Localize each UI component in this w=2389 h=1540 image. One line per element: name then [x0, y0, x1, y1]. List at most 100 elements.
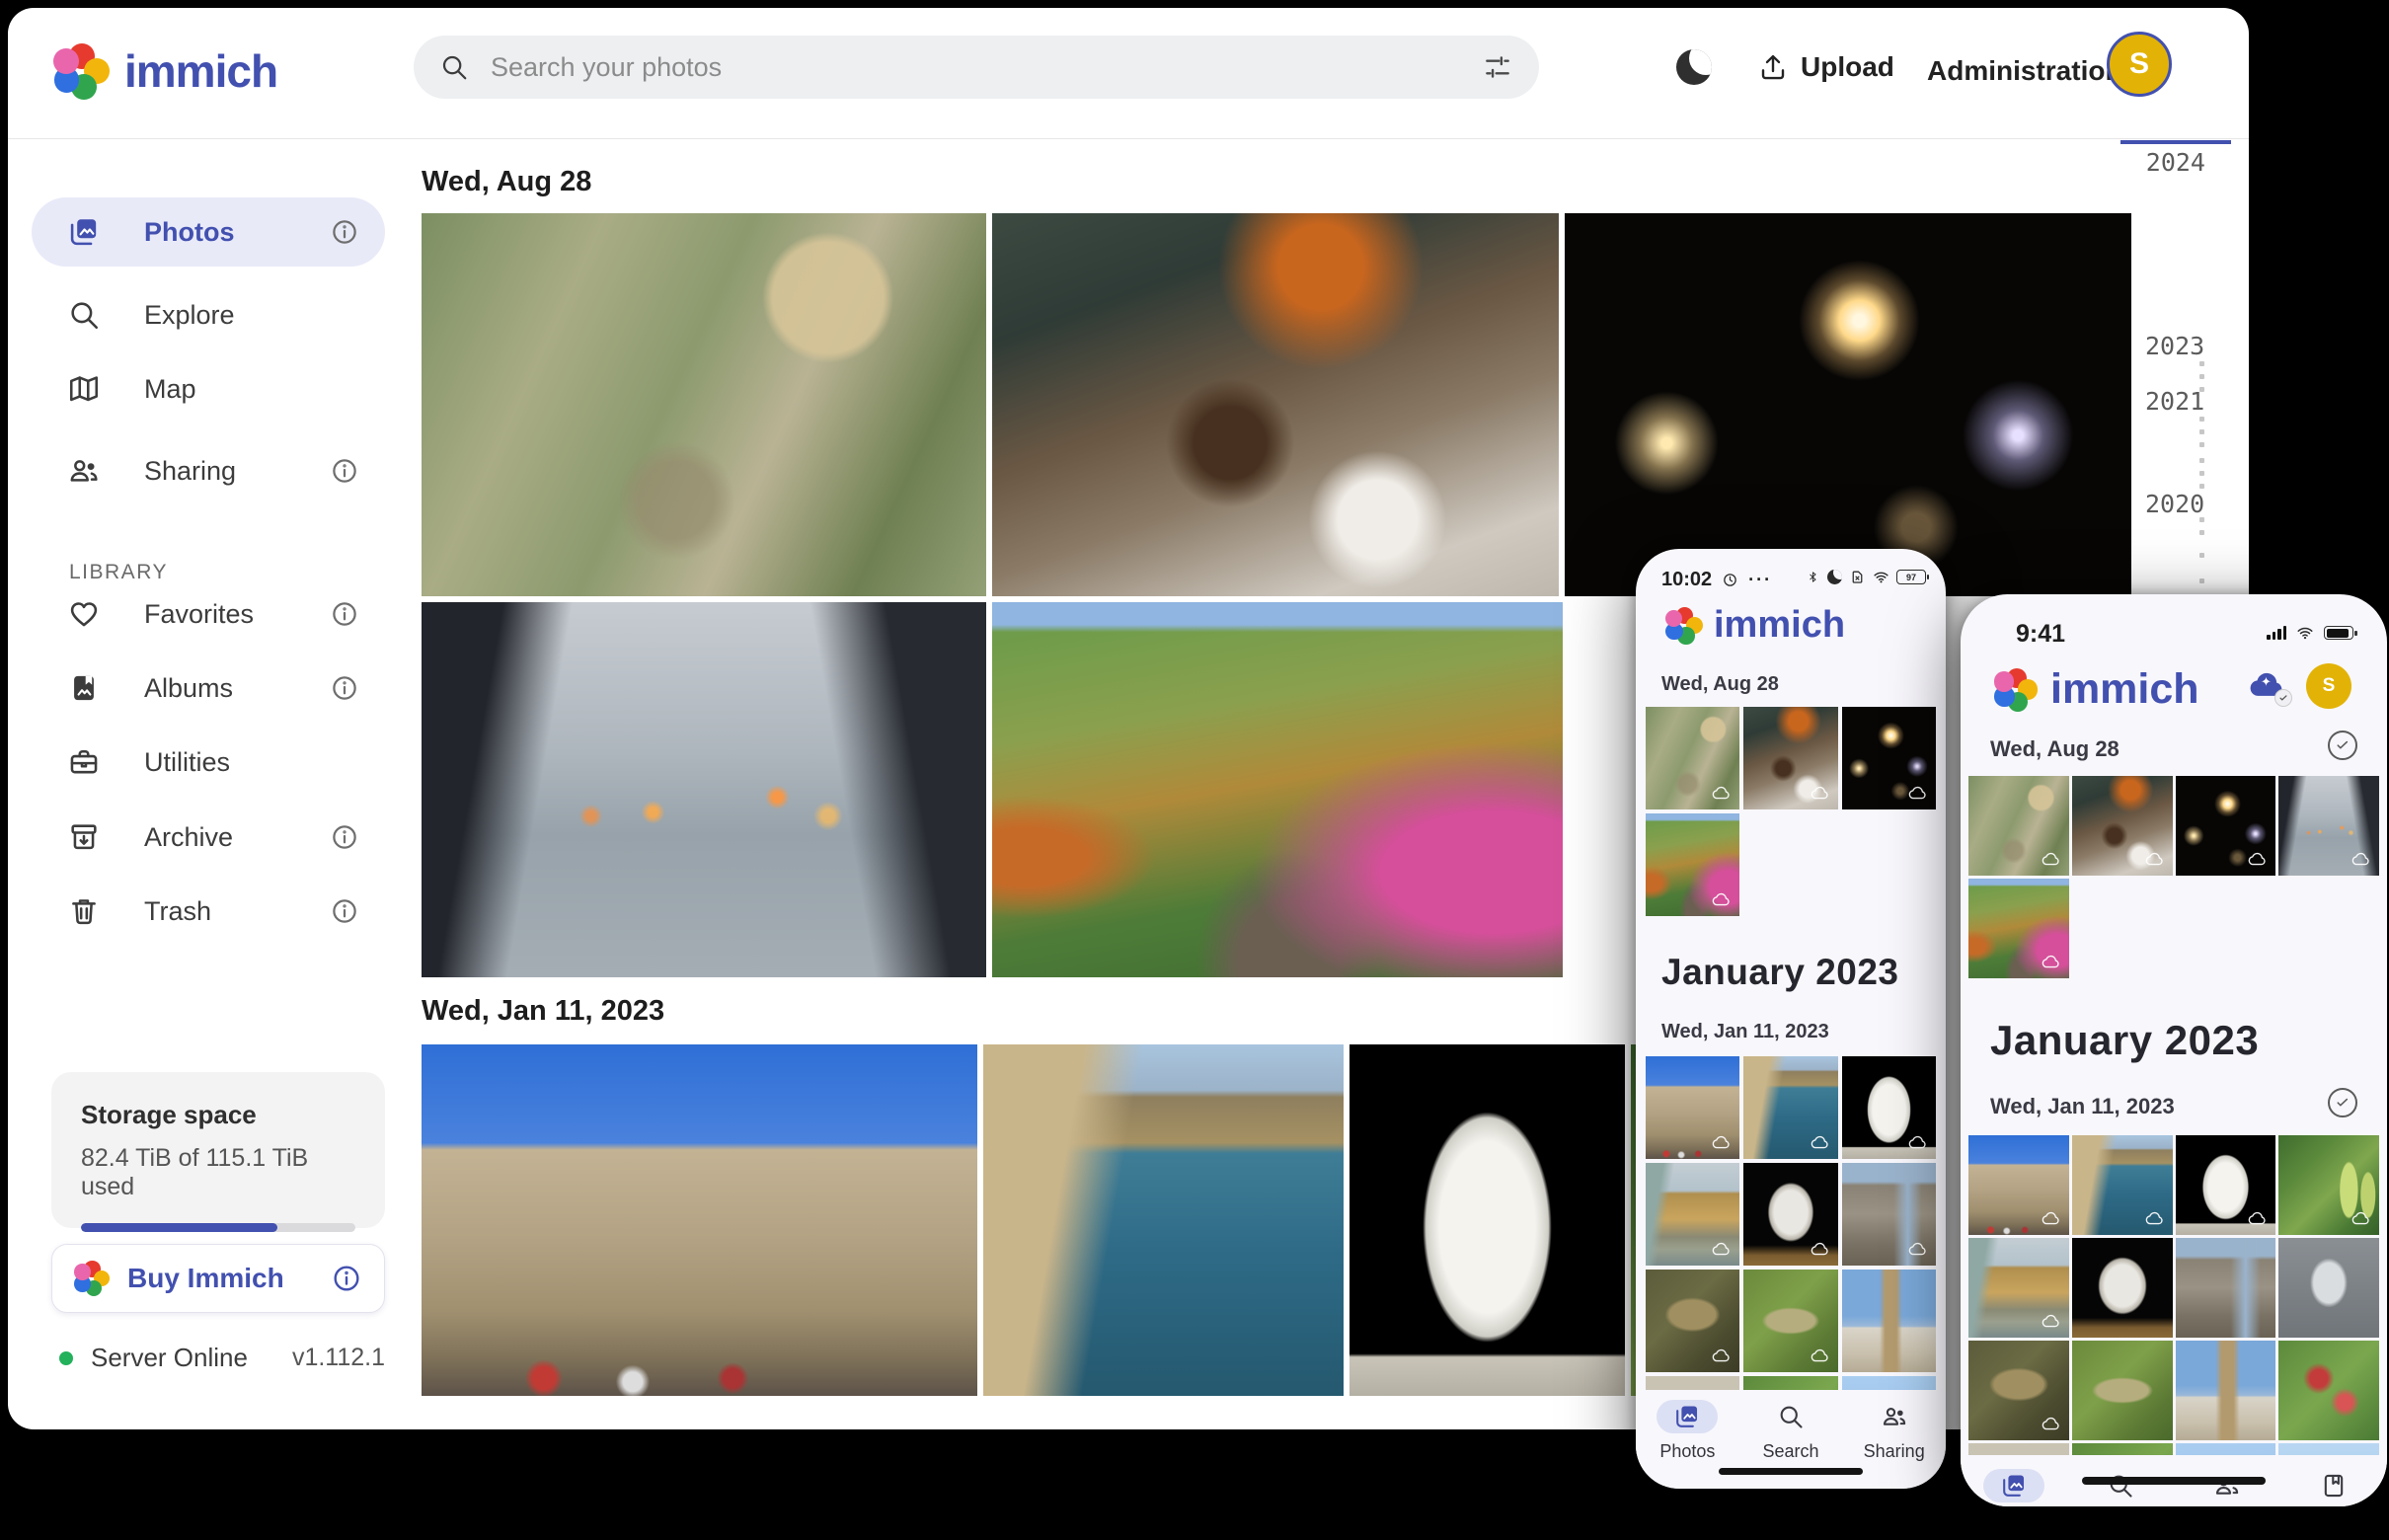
thumb-beach[interactable]: [1968, 1443, 2069, 1455]
thumb-blue-sky[interactable]: [2176, 1443, 2276, 1455]
thumb-red-flowers[interactable]: [1743, 1376, 1837, 1390]
library-icon: [2320, 1472, 2348, 1500]
cloud-backup-icon: [1907, 783, 1929, 805]
photo-fortress-walls[interactable]: [422, 1044, 977, 1396]
search-bar[interactable]: [414, 36, 1539, 99]
info-icon[interactable]: [330, 822, 359, 852]
scrubber-year-2020[interactable]: 2020: [2145, 490, 2204, 518]
mobile-mockup-ios: 9:41 immich ✦ S Wed, Aug 28 January 2023…: [1961, 594, 2387, 1506]
info-icon[interactable]: [330, 896, 359, 926]
server-version: v1.112.1: [292, 1344, 385, 1372]
photo-fireworks[interactable]: [1565, 213, 2131, 596]
photo-holding-hands[interactable]: [422, 602, 986, 977]
photo-autumn-dinner-table[interactable]: [992, 213, 1559, 596]
bluetooth-icon: [1807, 569, 1820, 585]
cloud-backup-icon: [2041, 952, 2062, 973]
thumb-fireworks[interactable]: [1842, 707, 1936, 809]
thumb-marble-bust[interactable]: [2176, 1135, 2276, 1235]
upload-button[interactable]: Upload: [1757, 51, 1894, 83]
sidebar-item-explore[interactable]: Explore: [32, 280, 385, 349]
thumb-coastal-fort[interactable]: [2072, 1135, 2173, 1235]
sidebar-item-utilities[interactable]: Utilities: [32, 728, 385, 797]
search-input[interactable]: [489, 51, 1462, 84]
info-icon[interactable]: [330, 217, 359, 247]
sync-check-badge: [2274, 689, 2292, 707]
administration-link[interactable]: Administration: [1927, 55, 2122, 87]
photo-marble-bust[interactable]: [1349, 1044, 1625, 1396]
scrubber-year-2023[interactable]: 2023: [2145, 332, 2204, 360]
thumb-beach-cliff[interactable]: [1968, 1238, 2069, 1338]
photo-row: [422, 602, 1563, 977]
scrubber-year-2024[interactable]: 2024: [2146, 148, 2205, 177]
filter-sliders-icon[interactable]: [1482, 51, 1513, 83]
cloud-backup-icon: [2350, 849, 2372, 871]
photo-grid: [1968, 776, 2379, 978]
thumb-autumn-dinner[interactable]: [2072, 776, 2173, 876]
buy-immich-button[interactable]: Buy Immich: [51, 1244, 385, 1313]
sidebar-item-map[interactable]: Map: [32, 354, 385, 424]
thumb-beach-cliff[interactable]: [1646, 1163, 1739, 1266]
sidebar-item-archive[interactable]: Archive: [32, 803, 385, 872]
sidebar-item-albums[interactable]: Albums: [32, 654, 385, 723]
sidebar-item-favorites[interactable]: Favorites: [32, 579, 385, 649]
android-status-icons: 97: [1807, 569, 1926, 585]
mobile-mockup-android: 10:02 ··· 97 immich Wed, Aug 28 January …: [1636, 549, 1946, 1489]
thumb-autumn-park[interactable]: [1646, 813, 1739, 916]
user-avatar[interactable]: S: [2107, 32, 2172, 97]
thumb-red-flowers[interactable]: [2072, 1443, 2173, 1455]
scrubber-tick: [2199, 517, 2204, 522]
cloud-backup-icon: [2247, 1208, 2269, 1230]
info-icon[interactable]: [330, 673, 359, 703]
thumb-stone-sculpture[interactable]: [1743, 1163, 1837, 1266]
thumb-coastal-fort[interactable]: [1743, 1056, 1837, 1159]
scrubber-tick: [2199, 361, 2204, 366]
battery-icon: [2324, 626, 2353, 640]
photo-monkeys-zoo[interactable]: [422, 213, 986, 596]
thumb-stone-ruins[interactable]: [2176, 1238, 2276, 1338]
thumb-blue-sky[interactable]: [1842, 1376, 1936, 1390]
sidebar-item-trash[interactable]: Trash: [32, 877, 385, 946]
info-icon[interactable]: [331, 1263, 362, 1294]
thumb-green-berries[interactable]: [2278, 1135, 2379, 1235]
thumb-blue-sky[interactable]: [2278, 1443, 2379, 1455]
thumb-autumn-dinner[interactable]: [1743, 707, 1837, 809]
cloud-sync-icon[interactable]: ✦: [2245, 665, 2290, 705]
photo-coastal-fort[interactable]: [983, 1044, 1344, 1396]
thumb-red-flowers[interactable]: [2278, 1341, 2379, 1440]
sidebar-item-sharing[interactable]: Sharing: [32, 436, 385, 505]
thumb-lizard[interactable]: [1968, 1341, 2069, 1440]
utilities-briefcase-icon: [67, 745, 101, 779]
thumb-lizard[interactable]: [1646, 1270, 1739, 1372]
thumb-fortress-walls[interactable]: [1646, 1056, 1739, 1159]
tab-photos[interactable]: Photos: [1961, 1459, 2067, 1506]
photos-icon: [67, 215, 101, 249]
cloud-backup-icon: [1810, 1346, 1831, 1367]
thumb-silver-sculpture[interactable]: [2278, 1238, 2379, 1338]
scrubber-year-2021[interactable]: 2021: [2145, 387, 2204, 416]
thumb-fortress-walls[interactable]: [1968, 1135, 2069, 1235]
scrubber-tick: [2199, 442, 2204, 447]
dark-mode-toggle-icon[interactable]: [1676, 49, 1712, 85]
select-all-check-icon[interactable]: [2328, 1088, 2357, 1117]
thumb-lizard-moss[interactable]: [2072, 1341, 2173, 1440]
thumb-church-tower[interactable]: [1842, 1270, 1936, 1372]
date-group-header: Wed, Aug 28: [422, 166, 591, 198]
thumb-holding-hands[interactable]: [2278, 776, 2379, 876]
thumb-marble-bust[interactable]: [1842, 1056, 1936, 1159]
photo-autumn-park-path[interactable]: [992, 602, 1563, 977]
thumb-monkeys-zoo[interactable]: [1646, 707, 1739, 809]
user-avatar[interactable]: S: [2306, 663, 2351, 709]
thumb-autumn-park[interactable]: [1968, 879, 2069, 978]
info-icon[interactable]: [330, 599, 359, 629]
sidebar-item-photos[interactable]: Photos: [32, 197, 385, 267]
thumb-lizard-moss[interactable]: [1743, 1270, 1837, 1372]
thumb-monkeys-zoo[interactable]: [1968, 776, 2069, 876]
info-icon[interactable]: [330, 456, 359, 486]
tab-library[interactable]: Library: [2280, 1459, 2387, 1506]
thumb-beach[interactable]: [1646, 1376, 1739, 1390]
thumb-church-tower[interactable]: [2176, 1341, 2276, 1440]
thumb-fireworks[interactable]: [2176, 776, 2276, 876]
thumb-stone-ruins[interactable]: [1842, 1163, 1936, 1266]
select-all-check-icon[interactable]: [2328, 731, 2357, 760]
thumb-stone-sculpture[interactable]: [2072, 1238, 2173, 1338]
